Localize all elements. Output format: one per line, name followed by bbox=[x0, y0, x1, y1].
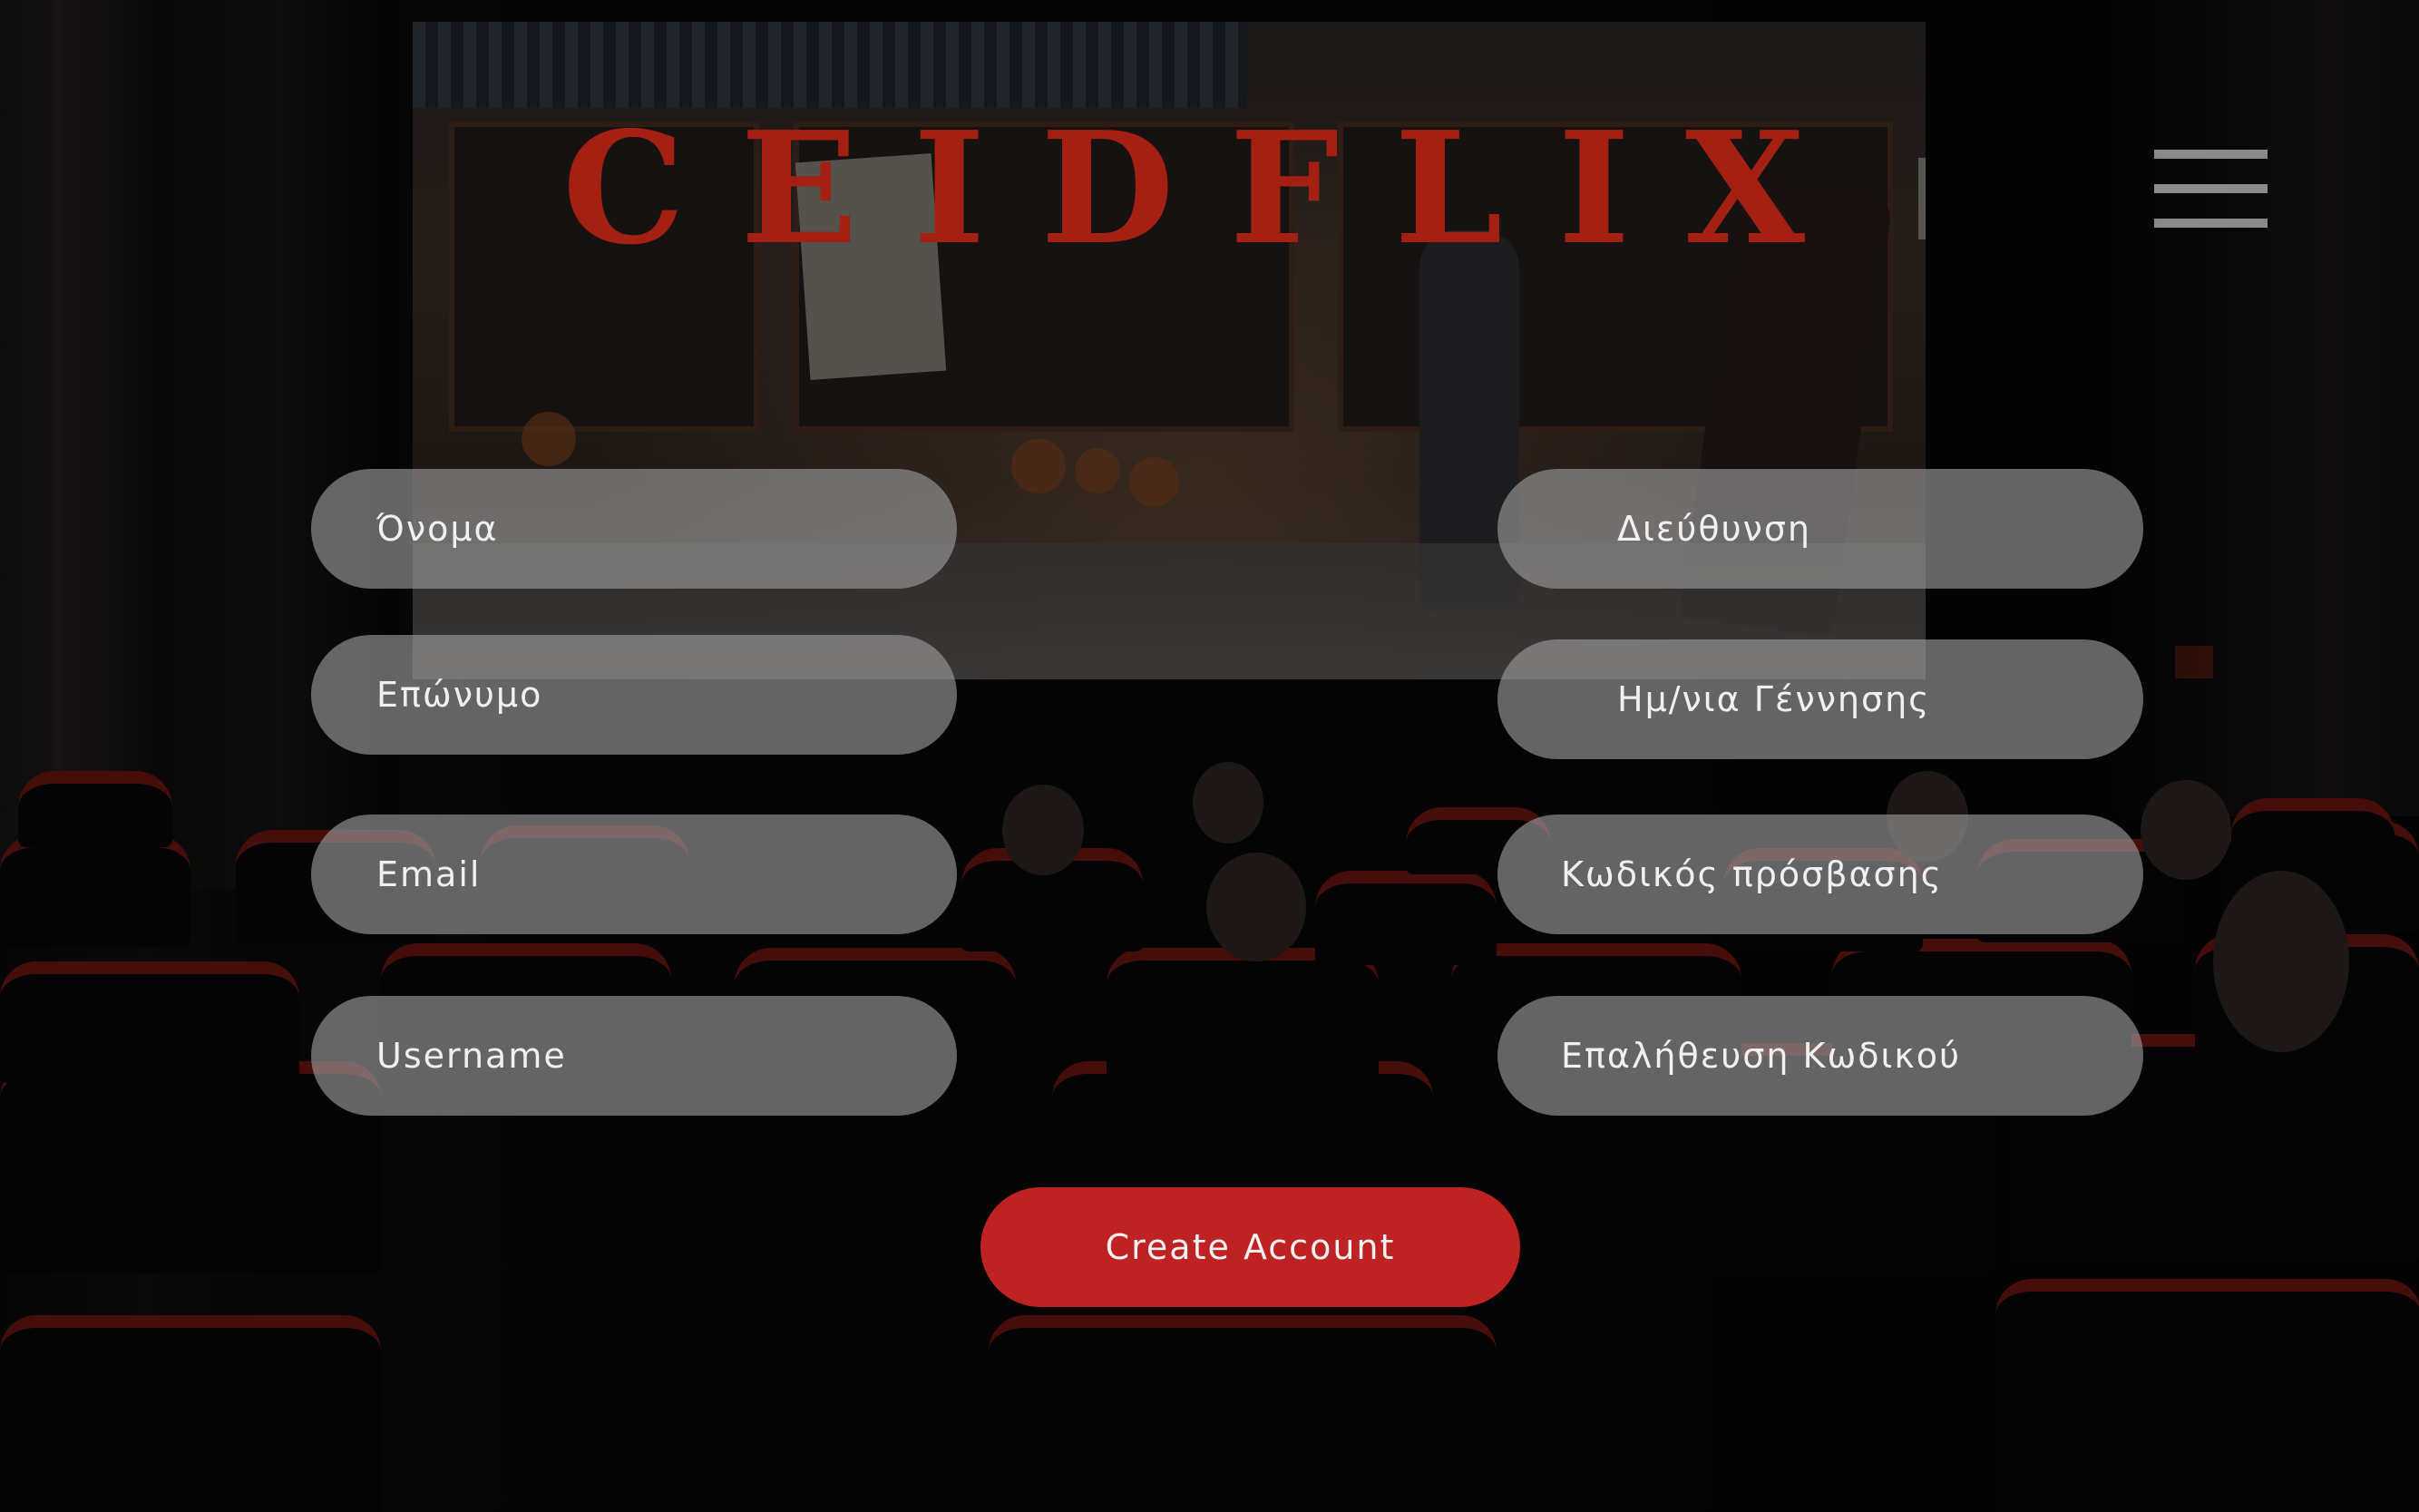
confirm-password-input[interactable] bbox=[1497, 996, 2143, 1116]
last-name-input[interactable] bbox=[311, 635, 957, 755]
first-name-input[interactable] bbox=[311, 469, 957, 589]
address-input[interactable] bbox=[1497, 469, 2143, 589]
signup-page: C E I D F L I X Create Account bbox=[0, 0, 2419, 1512]
logo-letter: F bbox=[1229, 98, 1340, 279]
logo-letter: X bbox=[1685, 98, 1805, 279]
logo-letter: I bbox=[912, 98, 986, 279]
hamburger-menu-icon[interactable] bbox=[2154, 150, 2268, 228]
logo-letter: C bbox=[562, 98, 686, 279]
birthdate-input[interactable] bbox=[1497, 639, 2143, 759]
menu-bar bbox=[2154, 150, 2268, 159]
password-input[interactable] bbox=[1497, 815, 2143, 934]
logo-letter: I bbox=[1557, 98, 1631, 279]
menu-bar bbox=[2154, 219, 2268, 228]
create-account-button[interactable]: Create Account bbox=[980, 1187, 1520, 1307]
logo-letter: E bbox=[740, 98, 858, 279]
logo-letter: L bbox=[1394, 98, 1503, 279]
username-input[interactable] bbox=[311, 996, 957, 1116]
logo-letter: D bbox=[1040, 98, 1175, 279]
ceidflix-logo: C E I D F L I X bbox=[562, 112, 1805, 266]
email-input[interactable] bbox=[311, 815, 957, 934]
menu-bar bbox=[2154, 184, 2268, 193]
